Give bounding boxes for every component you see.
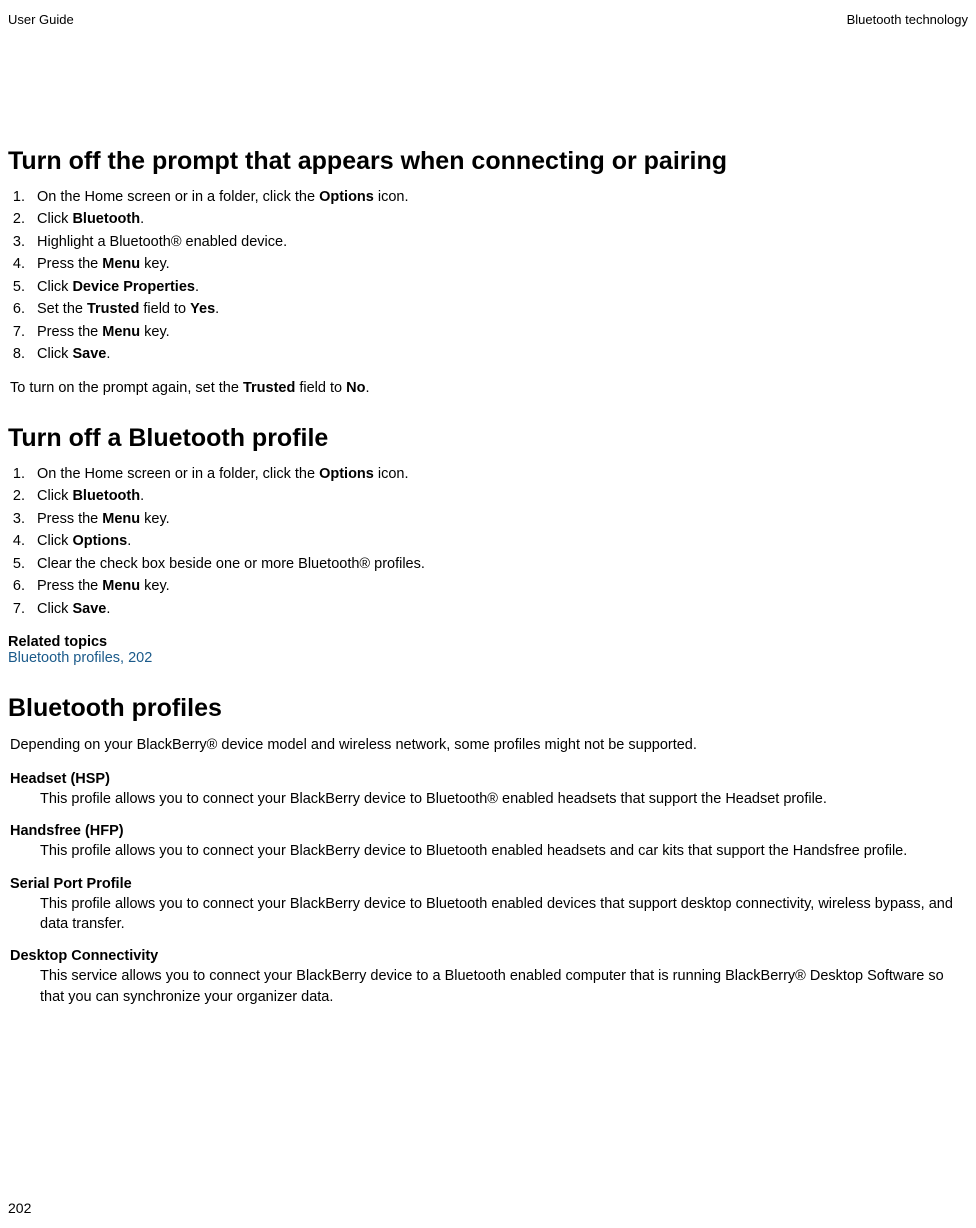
steps-list-1: On the Home screen or in a folder, click… [21,186,968,366]
section-heading-bluetooth-profiles: Bluetooth profiles [8,694,968,723]
section-heading-turn-off-prompt: Turn off the prompt that appears when co… [8,147,968,176]
note-text: To turn on the prompt again, set the Tru… [10,380,968,396]
page-number: 202 [8,1200,31,1216]
section-heading-turn-off-profile: Turn off a Bluetooth profile [8,424,968,453]
list-item: On the Home screen or in a folder, click… [29,186,968,208]
profile-desc: This profile allows you to connect your … [40,789,968,809]
list-item: Press the Menu key. [29,508,968,530]
profile-term: Serial Port Profile [10,876,968,892]
header-left: User Guide [8,12,74,27]
related-topics-heading: Related topics [8,634,968,650]
profile-term: Headset (HSP) [10,771,968,787]
list-item: Click Save. [29,343,968,365]
list-item: Click Bluetooth. [29,208,968,230]
list-item: Set the Trusted field to Yes. [29,298,968,320]
header-right: Bluetooth technology [847,12,968,27]
list-item: Click Options. [29,530,968,552]
profiles-intro-text: Depending on your BlackBerry® device mod… [10,737,968,753]
profile-term: Desktop Connectivity [10,948,968,964]
related-topic-link[interactable]: Bluetooth profiles, 202 [8,650,968,666]
list-item: Press the Menu key. [29,575,968,597]
profile-desc: This profile allows you to connect your … [40,841,968,861]
list-item: Click Device Properties. [29,276,968,298]
page-header: User Guide Bluetooth technology [8,12,968,27]
list-item: Press the Menu key. [29,321,968,343]
profile-term: Handsfree (HFP) [10,823,968,839]
list-item: Click Save. [29,598,968,620]
list-item: Press the Menu key. [29,253,968,275]
profile-desc: This profile allows you to connect your … [40,894,968,935]
profile-desc: This service allows you to connect your … [40,966,968,1007]
steps-list-2: On the Home screen or in a folder, click… [21,463,968,620]
list-item: Clear the check box beside one or more B… [29,553,968,575]
list-item: Highlight a Bluetooth® enabled device. [29,231,968,253]
list-item: Click Bluetooth. [29,485,968,507]
list-item: On the Home screen or in a folder, click… [29,463,968,485]
